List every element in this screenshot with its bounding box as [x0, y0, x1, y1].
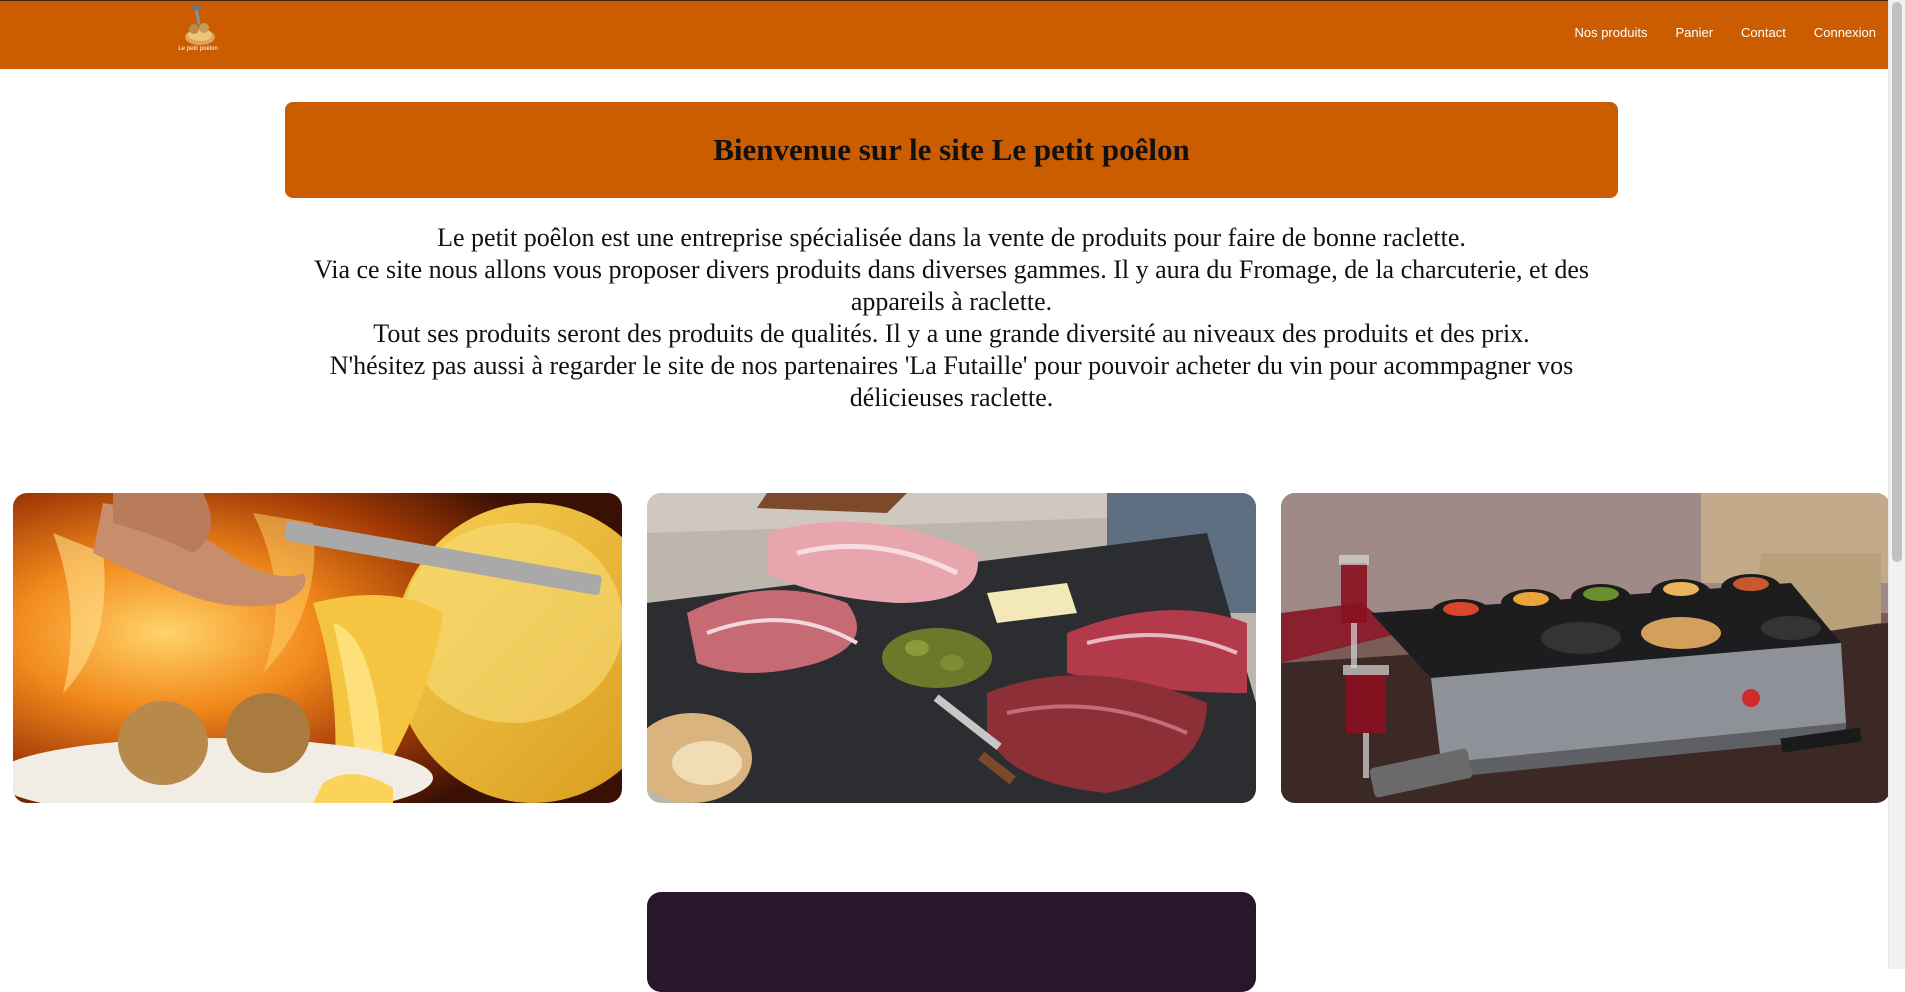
nav-link-nos-produits[interactable]: Nos produits: [1574, 25, 1647, 40]
card-raclette-grill[interactable]: [1281, 493, 1890, 803]
scrollbar-thumb[interactable]: [1892, 2, 1902, 562]
melted-raclette-cheese-photo: [13, 493, 622, 803]
nav-link-panier[interactable]: Panier: [1675, 25, 1713, 40]
page-title: Bienvenue sur le site Le petit poêlon: [713, 132, 1190, 167]
raclette-grill-photo: [1281, 493, 1890, 803]
intro-line-2: Via ce site nous allons vous proposer di…: [314, 255, 1589, 316]
page-scrollbar[interactable]: [1888, 0, 1905, 969]
top-navbar: Le petit poêlon Nos produits Panier Cont…: [0, 0, 1888, 69]
nav-link-contact[interactable]: Contact: [1741, 25, 1786, 40]
charcuterie-board-photo: [647, 493, 1256, 803]
nav-link-connexion[interactable]: Connexion: [1814, 25, 1876, 40]
intro-line-3: Tout ses produits seront des produits de…: [373, 319, 1530, 348]
card-charcuterie[interactable]: [647, 493, 1256, 803]
logo-text: Le petit poêlon: [178, 46, 218, 52]
dark-info-panel: [647, 892, 1256, 992]
welcome-banner: Bienvenue sur le site Le petit poêlon: [285, 102, 1618, 198]
nav-links: Nos produits Panier Contact Connexion: [1546, 25, 1888, 40]
card-cheese[interactable]: [13, 493, 622, 803]
intro-text: Le petit poêlon est une entreprise spéci…: [285, 222, 1618, 414]
intro-line-4: N'hésitez pas aussi à regarder le site d…: [329, 351, 1574, 412]
intro-line-1: Le petit poêlon est une entreprise spéci…: [437, 223, 1466, 252]
